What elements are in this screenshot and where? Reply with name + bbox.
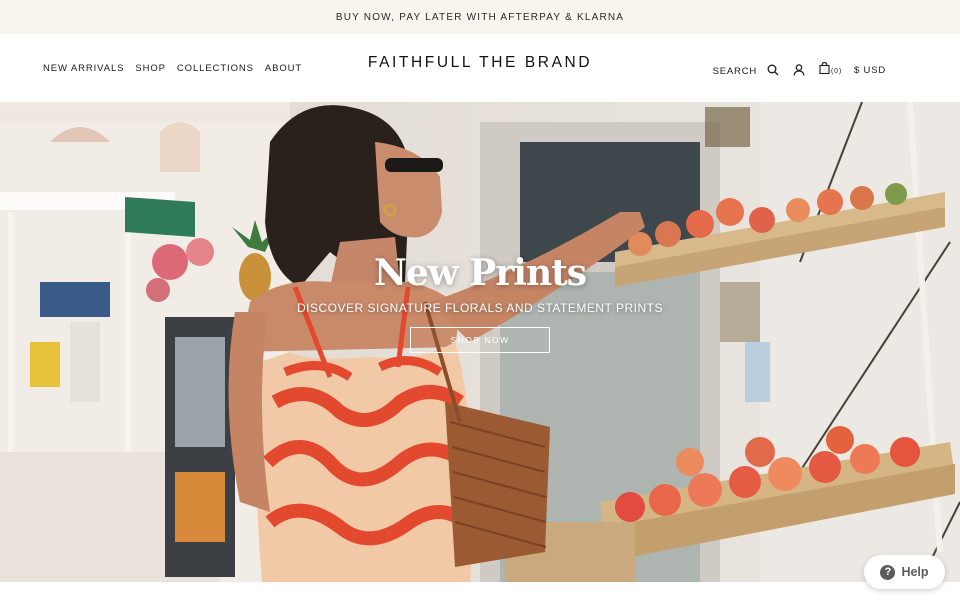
search-link[interactable]: SEARCH — [713, 63, 757, 77]
shop-now-button[interactable]: SHOP NOW — [410, 327, 550, 353]
cart-count: (0) — [831, 68, 843, 75]
hero-title: New Prints — [373, 252, 587, 294]
cart-button[interactable]: (0) — [819, 62, 842, 77]
user-icon[interactable] — [793, 63, 805, 76]
question-icon: ? — [880, 564, 896, 580]
site-header: NEW ARRIVALS SHOP COLLECTIONS ABOUT FAIT… — [0, 34, 960, 102]
announcement-bar: BUY NOW, PAY LATER WITH AFTERPAY & KLARN… — [0, 0, 960, 34]
help-label: Help — [901, 565, 929, 579]
currency-selector[interactable]: $ USD — [854, 63, 886, 76]
header-utilities: SEARCH (0) $ USD — [713, 62, 886, 77]
search-icon[interactable] — [767, 64, 779, 76]
hero-subtitle: DISCOVER SIGNATURE FLORALS AND STATEMENT… — [297, 301, 663, 315]
hero-banner: New Prints DISCOVER SIGNATURE FLORALS AN… — [0, 102, 960, 582]
bag-icon — [819, 62, 830, 77]
announcement-text: BUY NOW, PAY LATER WITH AFTERPAY & KLARN… — [335, 11, 625, 23]
help-button[interactable]: ? Help — [864, 555, 945, 589]
